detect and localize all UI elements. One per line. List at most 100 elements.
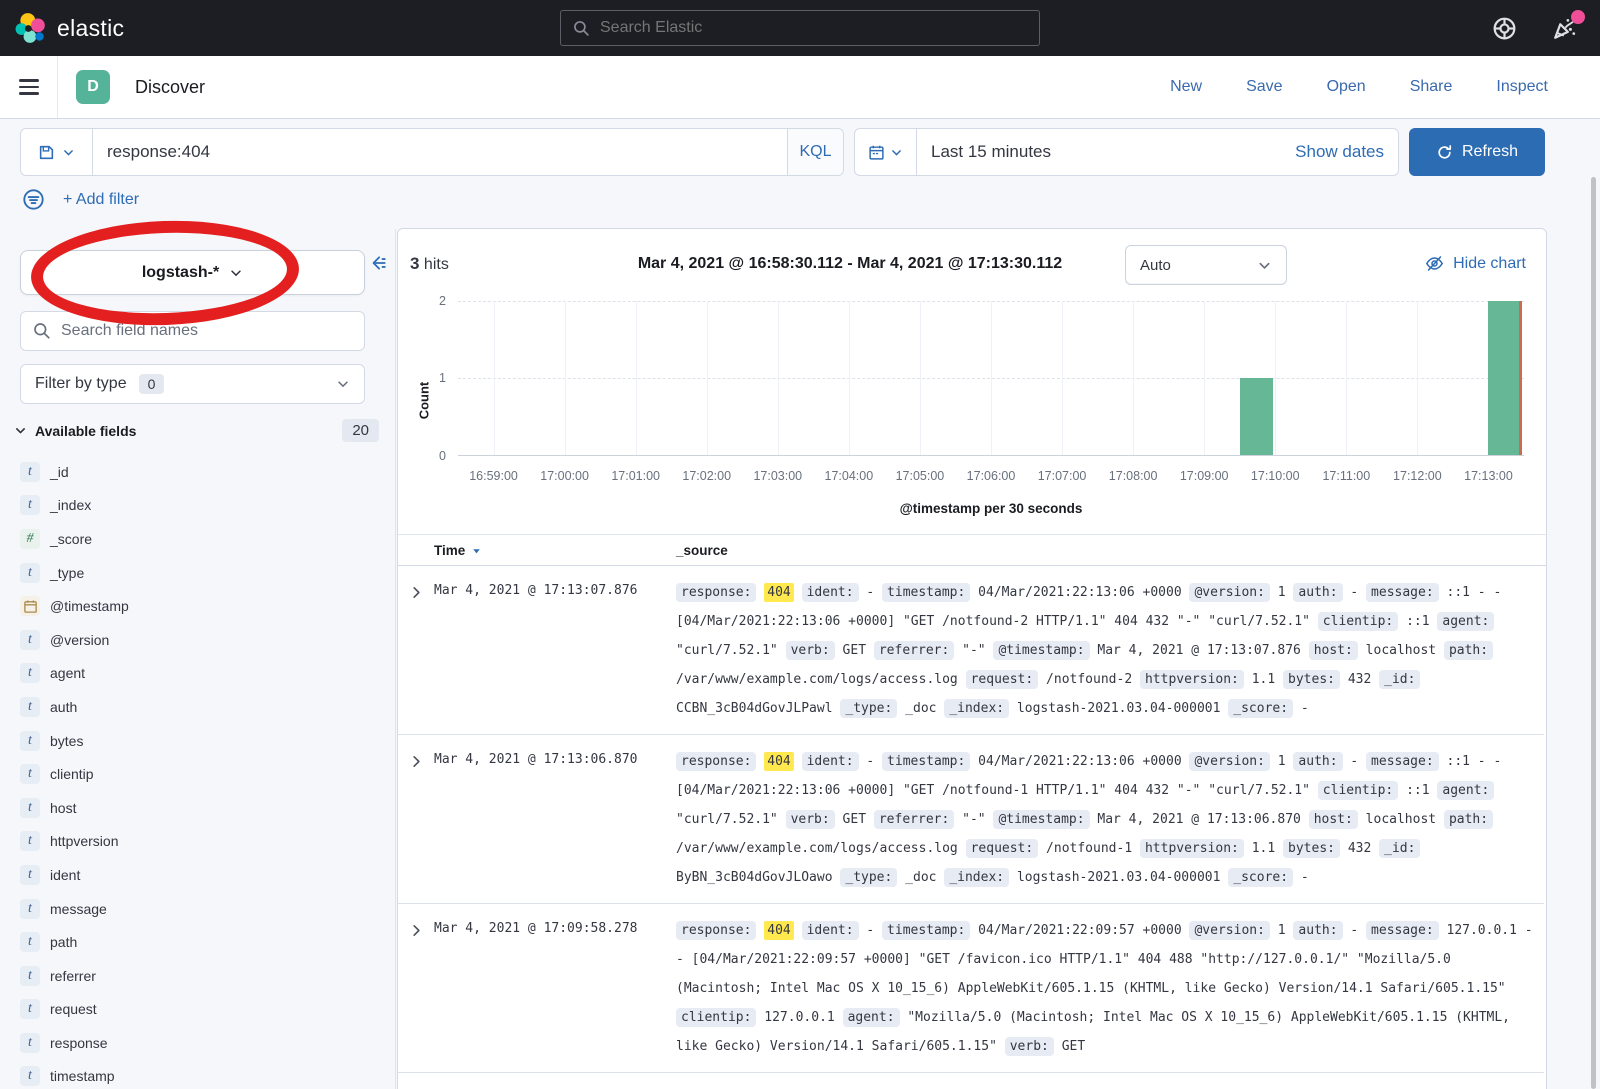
filter-menu-icon[interactable]: [22, 188, 45, 211]
field-search[interactable]: [20, 311, 365, 351]
field-item[interactable]: tbytes: [20, 724, 385, 758]
kql-query-input[interactable]: [93, 129, 787, 175]
source-field-badge: _index:: [944, 699, 1009, 718]
refresh-label: Refresh: [1462, 143, 1518, 161]
hide-chart-button[interactable]: Hide chart: [1425, 254, 1526, 273]
source-field-badge: message:: [1366, 921, 1439, 940]
field-item[interactable]: thttpversion: [20, 825, 385, 859]
field-item[interactable]: tmessage: [20, 892, 385, 926]
field-item[interactable]: t@version: [20, 623, 385, 657]
source-field-badge: timestamp:: [882, 583, 970, 602]
x-tick-label: 17:04:00: [825, 469, 874, 483]
source-field-badge: auth:: [1293, 752, 1342, 771]
field-item[interactable]: thost: [20, 791, 385, 825]
source-field-badge: @version:: [1189, 752, 1269, 771]
notification-dot: [1571, 10, 1585, 24]
field-search-input[interactable]: [61, 322, 352, 340]
x-tick-label: 17:07:00: [1038, 469, 1087, 483]
vertical-scrollbar[interactable]: [1591, 177, 1596, 1089]
help-icon[interactable]: [1492, 16, 1517, 41]
refresh-button[interactable]: Refresh: [1409, 128, 1545, 176]
field-name: timestamp: [50, 1068, 115, 1084]
add-filter-button[interactable]: + Add filter: [63, 191, 139, 209]
saved-query-menu-button[interactable]: [21, 129, 93, 175]
discover-app-badge[interactable]: D: [76, 70, 110, 104]
query-bar: KQL Last 15 minutes Show dates: [20, 128, 1545, 176]
expand-row-icon[interactable]: [398, 578, 434, 723]
query-language-button[interactable]: KQL: [787, 129, 843, 175]
field-item[interactable]: @timestamp: [20, 589, 385, 623]
filter-by-type-dropdown[interactable]: Filter by type 0: [20, 364, 365, 404]
time-range-value[interactable]: Last 15 minutes: [917, 142, 1051, 162]
interval-select[interactable]: Auto: [1125, 245, 1287, 285]
source-field-badge: referrer:: [874, 641, 954, 660]
column-header-time[interactable]: Time: [434, 543, 676, 558]
table-row: Mar 4, 2021 @ 17:13:06.870response: 404 …: [398, 735, 1544, 904]
source-field-badge: clientip:: [676, 1008, 756, 1027]
open-button[interactable]: Open: [1327, 78, 1366, 96]
field-item[interactable]: tident: [20, 858, 385, 892]
field-name: referrer: [50, 968, 96, 984]
available-fields-header[interactable]: Available fields 20: [14, 419, 379, 442]
field-item[interactable]: tclientip: [20, 757, 385, 791]
field-item[interactable]: tagent: [20, 657, 385, 691]
field-item[interactable]: tpath: [20, 925, 385, 959]
field-item[interactable]: tresponse: [20, 1026, 385, 1060]
source-field-badge: timestamp:: [882, 921, 970, 940]
source-field-badge: agent:: [843, 1008, 900, 1027]
elastic-logo[interactable]: elastic: [14, 11, 124, 45]
text-field-icon: t: [20, 798, 40, 818]
histogram-chart[interactable]: 2 1 0 Count 16:59:0017:00:0017:01:0017:0…: [398, 291, 1546, 531]
field-name: bytes: [50, 733, 83, 749]
source-field-badge: @timestamp:: [993, 810, 1089, 829]
field-item[interactable]: treferrer: [20, 959, 385, 993]
inspect-button[interactable]: Inspect: [1496, 78, 1548, 96]
source-field-badge: auth:: [1293, 583, 1342, 602]
field-item[interactable]: t_type: [20, 556, 385, 590]
source-field-badge: _type:: [840, 868, 897, 887]
source-field-badge: httpversion:: [1140, 670, 1244, 689]
index-pattern-selector[interactable]: logstash-*: [20, 250, 365, 295]
x-tick-label: 17:02:00: [682, 469, 731, 483]
text-field-icon: t: [20, 731, 40, 751]
save-button[interactable]: Save: [1246, 78, 1282, 96]
source-field-badge: ident:: [802, 583, 859, 602]
field-item[interactable]: t_id: [20, 455, 385, 489]
field-item[interactable]: #_score: [20, 522, 385, 556]
source-field-badge: timestamp:: [882, 752, 970, 771]
highlighted-value: 404: [764, 752, 793, 771]
histogram-bar[interactable]: [1488, 301, 1521, 455]
field-name: httpversion: [50, 833, 118, 849]
source-field-badge: path:: [1444, 641, 1493, 660]
x-tick-label: 17:06:00: [967, 469, 1016, 483]
expand-row-icon[interactable]: [398, 916, 434, 1061]
y-tick-0: 0: [406, 449, 446, 463]
collapse-sidebar-icon[interactable]: [369, 254, 387, 275]
date-field-icon: [20, 596, 40, 616]
share-button[interactable]: Share: [1410, 78, 1453, 96]
field-list: t_idt_index#_scoret_type@timestampt@vers…: [20, 455, 385, 1089]
show-dates-button[interactable]: Show dates: [1295, 142, 1398, 162]
date-quick-select-button[interactable]: [855, 129, 917, 175]
field-item[interactable]: t_index: [20, 489, 385, 523]
field-item[interactable]: trequest: [20, 993, 385, 1027]
global-search-input[interactable]: [600, 19, 1027, 37]
row-source: response: 404 ident: - timestamp: 04/Mar…: [676, 916, 1544, 1061]
menu-hamburger-icon[interactable]: [0, 56, 58, 118]
histogram-bar[interactable]: [1240, 378, 1273, 455]
global-search[interactable]: [560, 10, 1040, 46]
chart-plot-area[interactable]: [458, 301, 1524, 456]
filter-bar: + Add filter: [22, 188, 139, 211]
sort-desc-icon: [470, 544, 483, 557]
text-field-icon: t: [20, 630, 40, 650]
source-field-badge: path:: [1444, 810, 1493, 829]
field-item[interactable]: tauth: [20, 690, 385, 724]
hide-chart-label: Hide chart: [1453, 255, 1526, 273]
new-button[interactable]: New: [1170, 78, 1202, 96]
text-field-icon: t: [20, 999, 40, 1019]
news-party-popper-icon[interactable]: [1551, 15, 1578, 42]
field-item[interactable]: ttimestamp: [20, 1060, 385, 1089]
source-field-badge: @version:: [1189, 921, 1269, 940]
y-tick-2: 2: [406, 294, 446, 308]
expand-row-icon[interactable]: [398, 747, 434, 892]
